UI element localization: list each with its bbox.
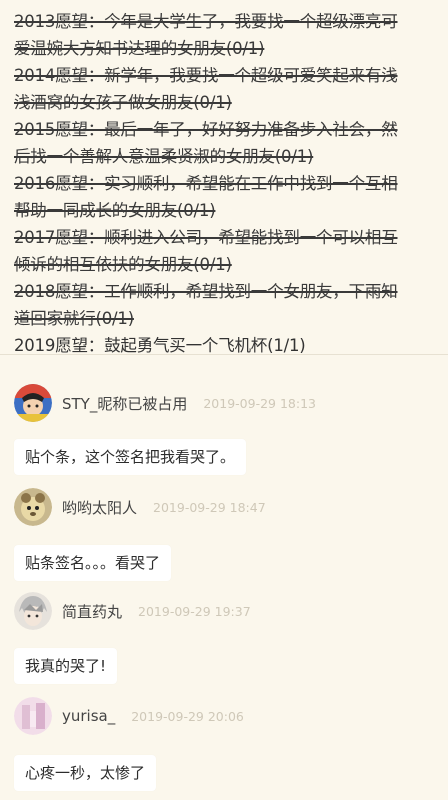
comment-bubble: 贴条签名。。。看哭了: [14, 545, 172, 581]
avatar[interactable]: [14, 384, 52, 422]
wish-2016: 2016愿望：实习顺利，希望能在工作中找到一个互相 帮助一同成长的女朋友(0/1): [14, 170, 440, 224]
timestamp: 2019-09-29 18:13: [203, 395, 316, 411]
wish-2018-line1: 2018愿望：工作顺利，希望找到一个女朋友，下雨知: [14, 282, 398, 301]
avatar-cartoon-icon: [14, 384, 52, 422]
wish-2018-line2: 道回家就行(0/1): [14, 309, 134, 328]
username[interactable]: 简直药丸: [62, 601, 122, 622]
wish-list: 2013愿望：今年是大学生了，我要找一个超级漂亮可 爱温婉大方知书达理的女朋友(0…: [14, 8, 440, 359]
avatar-photo-icon: [14, 697, 52, 735]
comment-bubble: 我真的哭了!: [14, 648, 118, 684]
avatar-animal-icon: [14, 488, 52, 526]
wish-2014-line1: 2014愿望：新学年，我要找一个超级可爱笑起来有浅: [14, 66, 398, 85]
wish-2018: 2018愿望：工作顺利，希望找到一个女朋友，下雨知 道回家就行(0/1): [14, 278, 440, 332]
wish-2013: 2013愿望：今年是大学生了，我要找一个超级漂亮可 爱温婉大方知书达理的女朋友(0…: [14, 8, 440, 62]
wish-2015-line1: 2015愿望：最后一年了，好好努力准备步入社会，然: [14, 120, 398, 139]
wish-2017-line1: 2017愿望：顺利进入公司，希望能找到一个可以相互: [14, 228, 398, 247]
avatar[interactable]: [14, 592, 52, 630]
wish-2017-line2: 倾诉的相互依扶的女朋友(0/1): [14, 255, 232, 274]
username[interactable]: yurisa_: [62, 707, 115, 725]
wish-2019-line1: 2019愿望：鼓起勇气买一个飞机杯(1/1): [14, 336, 306, 355]
wish-2014: 2014愿望：新学年，我要找一个超级可爱笑起来有浅 浅酒窝的女孩子做女朋友(0/1…: [14, 62, 440, 116]
timestamp: 2019-09-29 20:06: [131, 708, 244, 724]
username[interactable]: 哟哟太阳人: [62, 497, 137, 518]
username[interactable]: STY_昵称已被占用: [62, 393, 187, 414]
comment-header: yurisa_ 2019-09-29 20:06: [14, 697, 244, 735]
wish-2014-line2: 浅酒窝的女孩子做女朋友(0/1): [14, 93, 232, 112]
wish-2016-line2: 帮助一同成长的女朋友(0/1): [14, 201, 216, 220]
avatar[interactable]: [14, 488, 52, 526]
wish-2017: 2017愿望：顺利进入公司，希望能找到一个可以相互 倾诉的相互依扶的女朋友(0/1…: [14, 224, 440, 278]
wish-2013-line1: 2013愿望：今年是大学生了，我要找一个超级漂亮可: [14, 12, 398, 31]
wish-2015-line2: 后找一个善解人意温柔贤淑的女朋友(0/1): [14, 147, 314, 166]
avatar-anime-icon: [14, 592, 52, 630]
comment-header: 哟哟太阳人 2019-09-29 18:47: [14, 488, 266, 526]
timestamp: 2019-09-29 19:37: [138, 603, 251, 619]
wish-2015: 2015愿望：最后一年了，好好努力准备步入社会，然 后找一个善解人意温柔贤淑的女朋…: [14, 116, 440, 170]
comment-bubble: 心疼一秒，太惨了: [14, 755, 157, 791]
divider: [0, 354, 448, 355]
comment-header: STY_昵称已被占用 2019-09-29 18:13: [14, 384, 316, 422]
comment-header: 简直药丸 2019-09-29 19:37: [14, 592, 251, 630]
avatar[interactable]: [14, 697, 52, 735]
wish-2016-line1: 2016愿望：实习顺利，希望能在工作中找到一个互相: [14, 174, 398, 193]
comment-bubble: 贴个条，这个签名把我看哭了。: [14, 439, 247, 475]
wish-2013-line2: 爱温婉大方知书达理的女朋友(0/1): [14, 39, 265, 58]
timestamp: 2019-09-29 18:47: [153, 499, 266, 515]
